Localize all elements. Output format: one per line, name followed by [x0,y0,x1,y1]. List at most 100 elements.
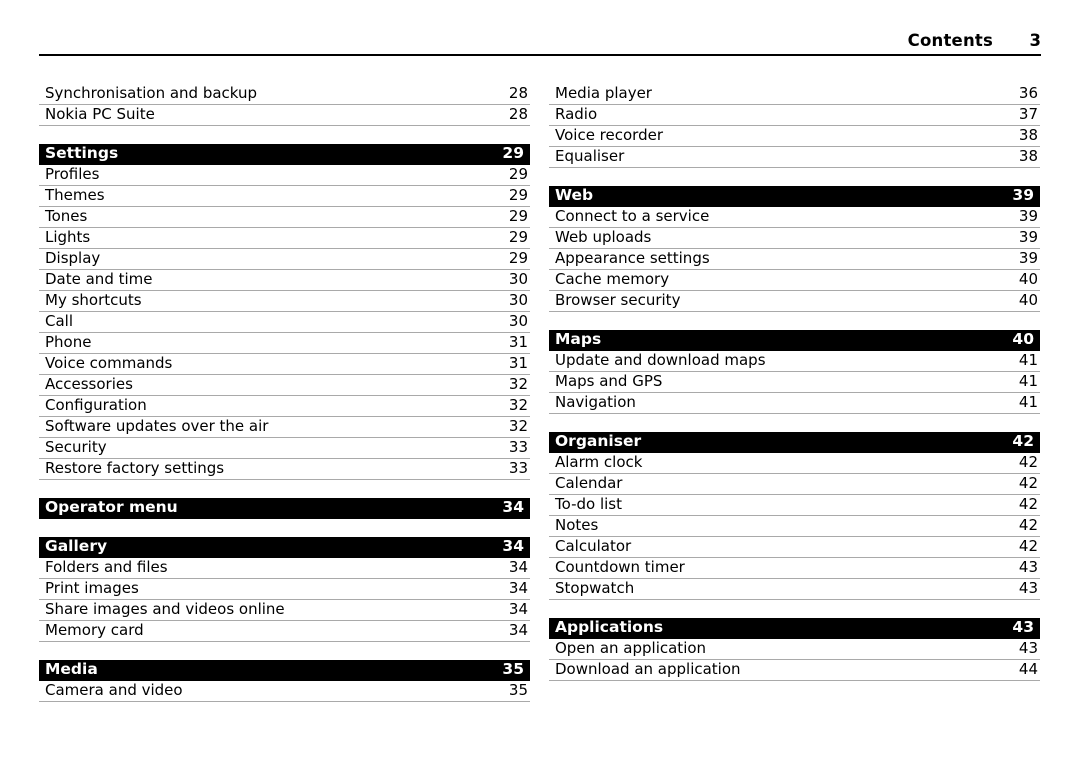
toc-entry-row[interactable]: Security 33 [39,438,530,459]
toc-entry-page-number: 33 [508,459,528,477]
toc-section-page-number: 39 [1012,186,1034,204]
toc-entry-page-number: 42 [1018,495,1038,513]
toc-section-row[interactable]: Web 39 [549,186,1040,207]
toc-section-page-number: 42 [1012,432,1034,450]
toc-entry-label: Connect to a service [555,207,710,225]
toc-entry-page-number: 42 [1018,453,1038,471]
toc-entry-row[interactable]: Date and time 30 [39,270,530,291]
toc-entry-row[interactable]: Nokia PC Suite 28 [39,105,530,126]
toc-entry-label: Memory card [45,621,144,639]
toc-entry-page-number: 28 [508,105,528,123]
toc-entry-row[interactable]: Countdown timer 43 [549,558,1040,579]
toc-entry-row[interactable]: Call 30 [39,312,530,333]
toc-entry-row[interactable]: Configuration 32 [39,396,530,417]
toc-entry-row[interactable]: Media player 36 [549,84,1040,105]
toc-entry-row[interactable]: Restore factory settings 33 [39,459,530,480]
toc-entry-row[interactable]: Calculator 42 [549,537,1040,558]
toc-entry-row[interactable]: To-do list 42 [549,495,1040,516]
toc-entry-label: Maps and GPS [555,372,663,390]
toc-entry-row[interactable]: Display 29 [39,249,530,270]
toc-section-row[interactable]: Organiser 42 [549,432,1040,453]
toc-entry-row[interactable]: Connect to a service 39 [549,207,1040,228]
toc-section-row[interactable]: Operator menu 34 [39,498,530,519]
toc-entry-row[interactable]: Profiles 29 [39,165,530,186]
toc-section-page-number: 34 [502,537,524,555]
toc-entry-row[interactable]: Tones 29 [39,207,530,228]
toc-entry-page-number: 39 [1018,207,1038,225]
toc-entry-row[interactable]: Camera and video 35 [39,681,530,702]
toc-entry-label: Synchronisation and backup [45,84,258,102]
toc-section-row[interactable]: Maps 40 [549,330,1040,351]
toc-entry-row[interactable]: Maps and GPS 41 [549,372,1040,393]
toc-entry-row[interactable]: Software updates over the air 32 [39,417,530,438]
toc-entry-label: Security [45,438,107,456]
page-title: Contents [907,31,993,50]
toc-entry-row[interactable]: Equaliser 38 [549,147,1040,168]
toc-entry-page-number: 43 [1018,558,1038,576]
toc-section-page-number: 40 [1012,330,1034,348]
toc-entry-label: Alarm clock [555,453,643,471]
toc-entry-row[interactable]: My shortcuts 30 [39,291,530,312]
toc-entry-row[interactable]: Navigation 41 [549,393,1040,414]
toc-entry-label: Appearance settings [555,249,710,267]
toc-entry-row[interactable]: Stopwatch 43 [549,579,1040,600]
toc-section-label: Operator menu [45,498,178,516]
toc-entry-row[interactable]: Open an application 43 [549,639,1040,660]
toc-entry-label: Configuration [45,396,147,414]
toc-entry-label: Share images and videos online [45,600,285,618]
toc-entry-row[interactable]: Phone 31 [39,333,530,354]
toc-entry-page-number: 38 [1018,147,1038,165]
toc-entry-row[interactable]: Themes 29 [39,186,530,207]
toc-entry-label: Media player [555,84,652,102]
toc-entry-row[interactable]: Voice commands 31 [39,354,530,375]
toc-entry-row[interactable]: Synchronisation and backup 28 [39,84,530,105]
toc-section-page-number: 29 [502,144,524,162]
toc-section-row[interactable]: Applications 43 [549,618,1040,639]
toc-entry-page-number: 38 [1018,126,1038,144]
toc-entry-label: Nokia PC Suite [45,105,155,123]
toc-entry-row[interactable]: Voice recorder 38 [549,126,1040,147]
toc-entry-row[interactable]: Calendar 42 [549,474,1040,495]
toc-entry-page-number: 43 [1018,579,1038,597]
toc-entry-row[interactable]: Download an application 44 [549,660,1040,681]
toc-entry-page-number: 29 [508,207,528,225]
toc-entry-page-number: 41 [1018,372,1038,390]
toc-section-row[interactable]: Settings 29 [39,144,530,165]
toc-entry-row[interactable]: Folders and files 34 [39,558,530,579]
toc-entry-label: Stopwatch [555,579,635,597]
toc-entry-row[interactable]: Accessories 32 [39,375,530,396]
toc-entry-row[interactable]: Radio 37 [549,105,1040,126]
toc-entry-page-number: 42 [1018,474,1038,492]
toc-entry-page-number: 42 [1018,516,1038,534]
toc-list-left: Synchronisation and backup 28 Nokia PC Sui… [39,84,530,702]
toc-entry-page-number: 40 [1018,291,1038,309]
toc-entry-row[interactable]: Appearance settings 39 [549,249,1040,270]
toc-entry-label: Camera and video [45,681,183,699]
toc-entry-row[interactable]: Update and download maps 41 [549,351,1040,372]
toc-entry-label: Software updates over the air [45,417,269,435]
toc-entry-row[interactable]: Share images and videos online 34 [39,600,530,621]
toc-entry-page-number: 34 [508,621,528,639]
toc-column-left: Synchronisation and backup 28 Nokia PC Sui… [39,84,530,702]
toc-entry-row[interactable]: Browser security 40 [549,291,1040,312]
toc-entry-row[interactable]: Print images 34 [39,579,530,600]
toc-entry-page-number: 30 [508,291,528,309]
toc-entry-page-number: 42 [1018,537,1038,555]
toc-entry-row[interactable]: Notes 42 [549,516,1040,537]
toc-entry-row[interactable]: Memory card 34 [39,621,530,642]
toc-entry-row[interactable]: Cache memory 40 [549,270,1040,291]
toc-entry-page-number: 36 [1018,84,1038,102]
toc-entry-row[interactable]: Web uploads 39 [549,228,1040,249]
toc-entry-row[interactable]: Lights 29 [39,228,530,249]
toc-entry-label: Restore factory settings [45,459,225,477]
toc-entry-label: My shortcuts [45,291,142,309]
toc-entry-row[interactable]: Alarm clock 42 [549,453,1040,474]
toc-entry-page-number: 30 [508,312,528,330]
toc-entry-label: Countdown timer [555,558,685,576]
toc-section-row[interactable]: Media 35 [39,660,530,681]
toc-section-row[interactable]: Gallery 34 [39,537,530,558]
toc-entry-label: Cache memory [555,270,670,288]
toc-entry-page-number: 33 [508,438,528,456]
toc-entry-page-number: 28 [508,84,528,102]
